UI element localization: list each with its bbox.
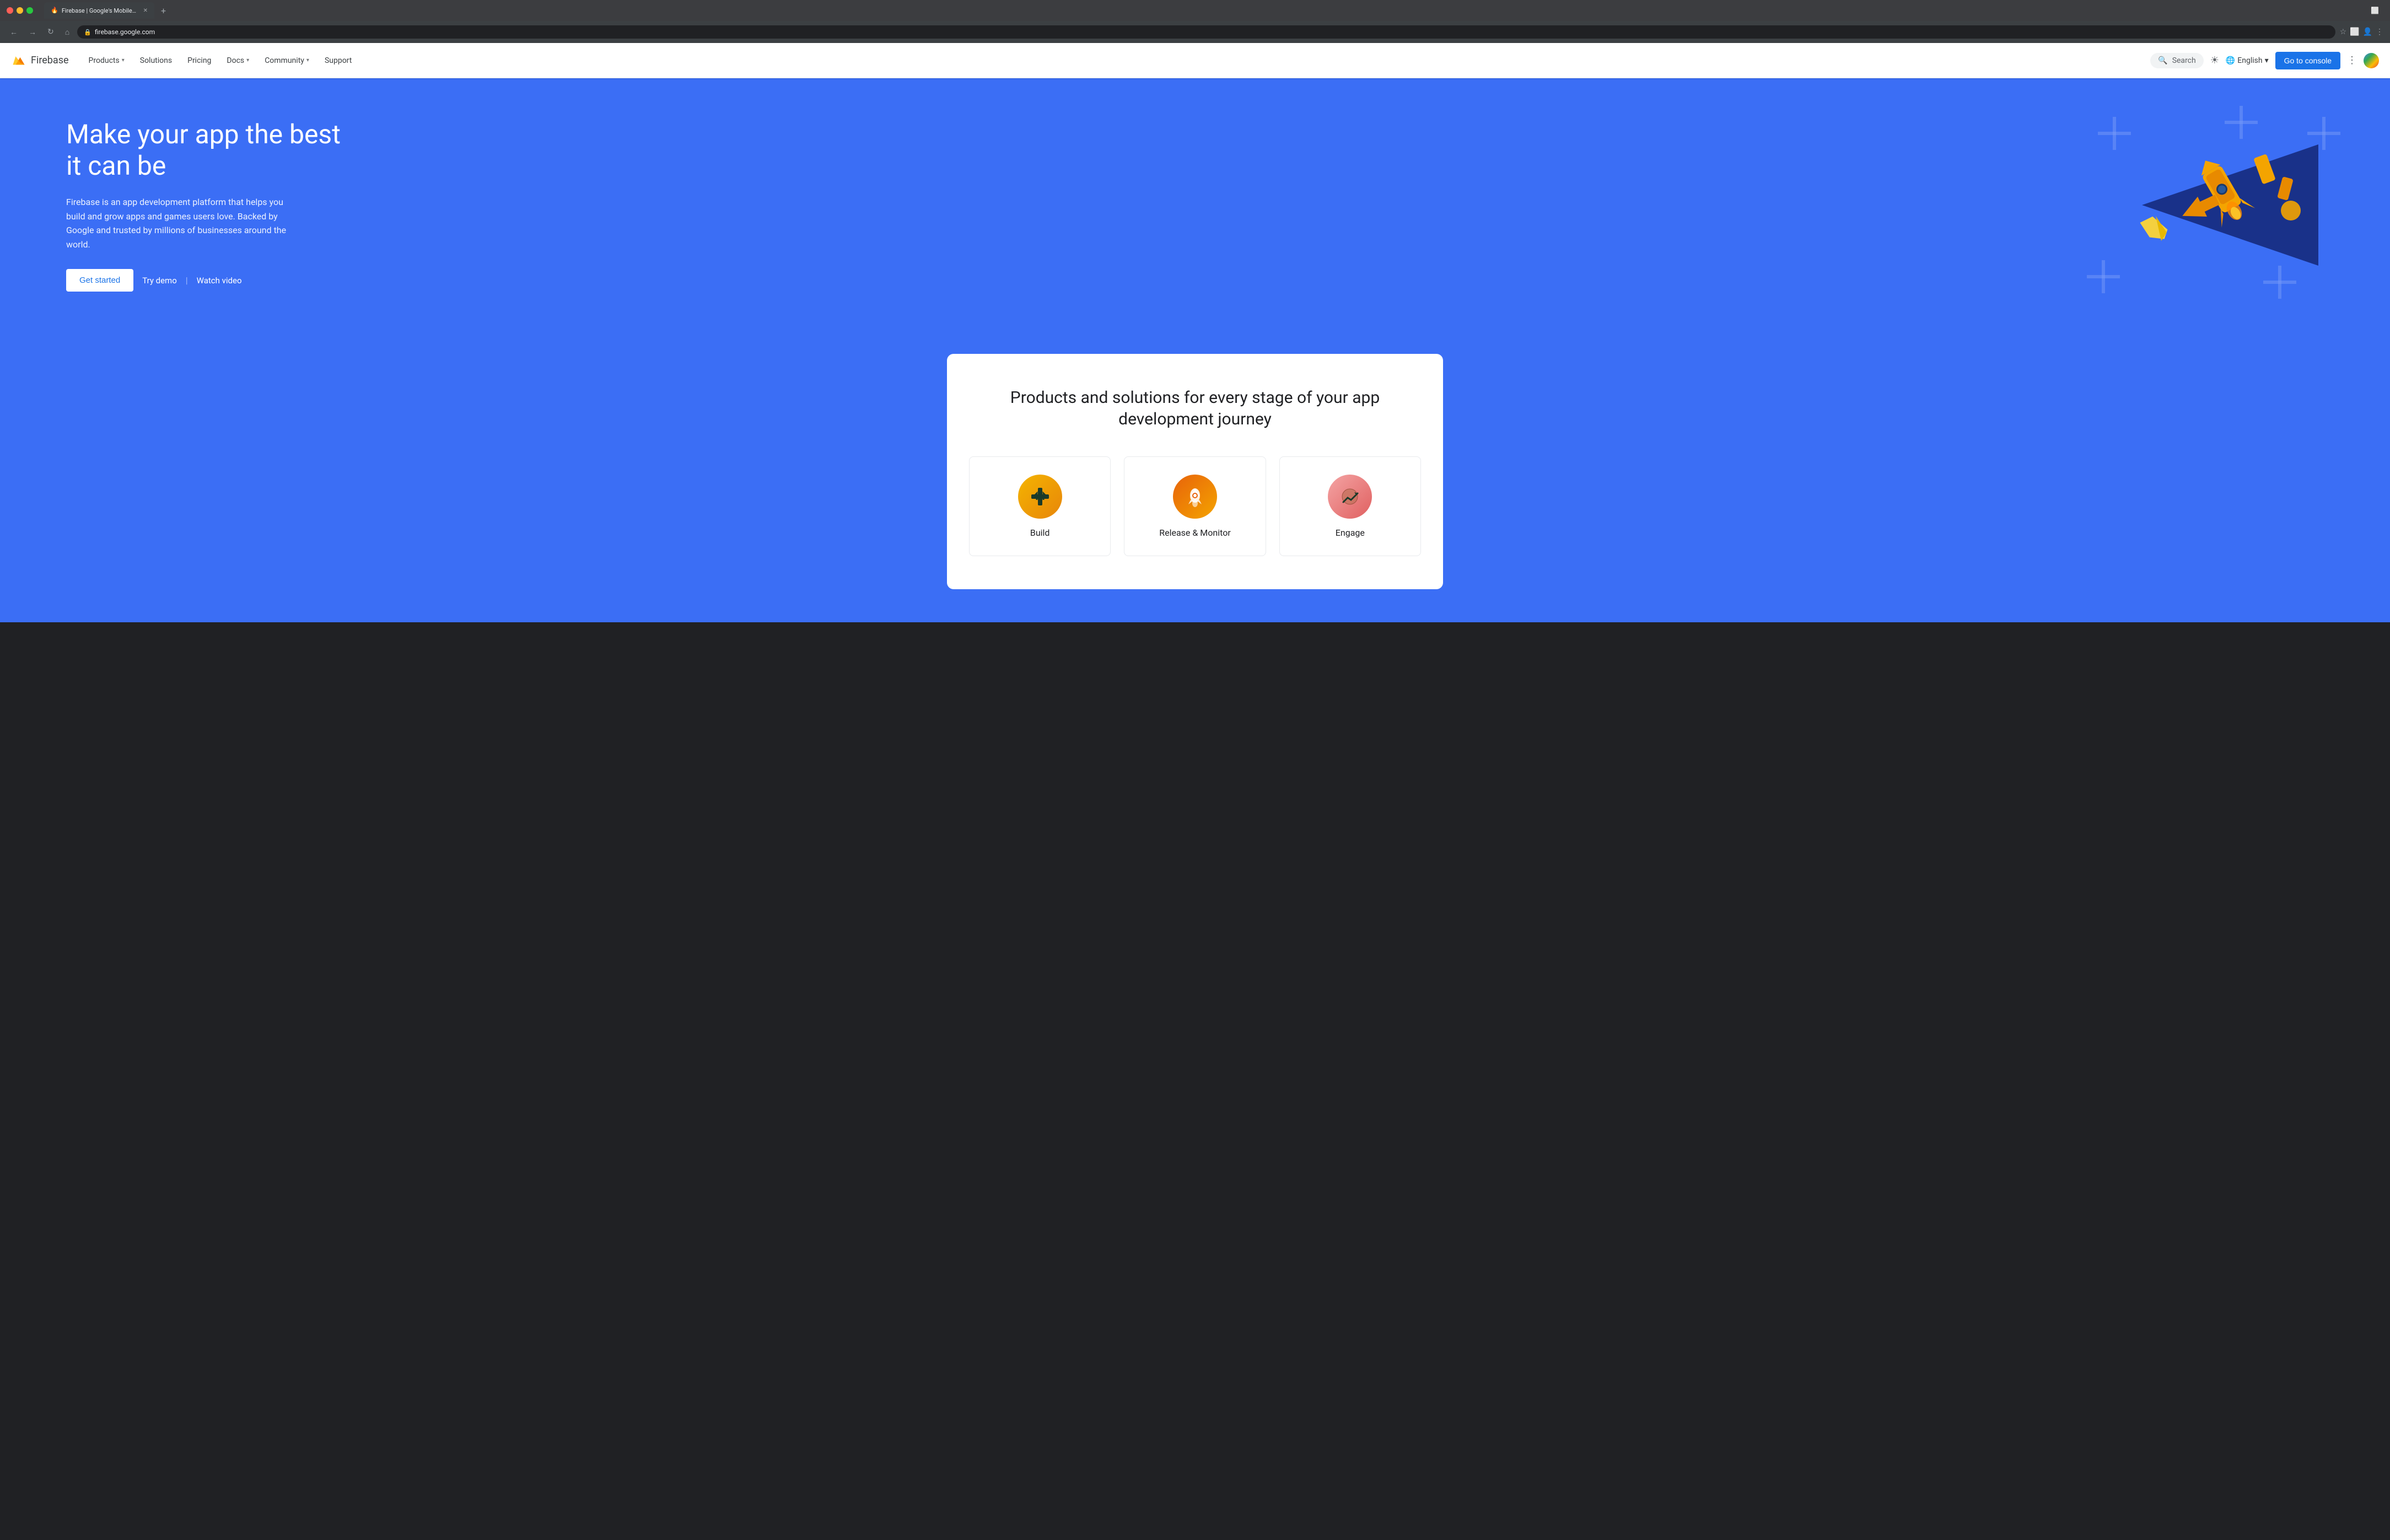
nav-docs[interactable]: Docs ▾ [220, 52, 256, 69]
new-tab-button[interactable]: + [157, 3, 170, 18]
menu-icon[interactable]: ⋮ [2376, 28, 2383, 36]
window-controls: ⬜ [2366, 4, 2383, 17]
engage-icon [1328, 475, 1372, 519]
get-started-button[interactable]: Get started [66, 269, 133, 292]
search-bar[interactable]: 🔍 Search [2150, 53, 2203, 68]
hero-illustration-svg [2070, 100, 2346, 310]
release-label: Release & Monitor [1159, 527, 1231, 538]
profile-icon[interactable]: 👤 [2363, 28, 2372, 36]
firebase-logo-icon [11, 53, 26, 68]
toolbar-actions: ☆ ⬜ 👤 ⋮ [2340, 28, 2383, 36]
release-icon [1173, 475, 1217, 519]
build-icon [1018, 475, 1062, 519]
browser-toolbar: ← → ↻ ⌂ 🔒 firebase.google.com ☆ ⬜ 👤 ⋮ [0, 21, 2390, 43]
back-button[interactable]: ← [7, 25, 21, 39]
tab-title: Firebase | Google's Mobile ... [62, 7, 138, 14]
chevron-down-icon: ▾ [246, 57, 249, 63]
product-card-build[interactable]: Build [969, 456, 1111, 556]
nav-links: Products ▾ Solutions Pricing Docs ▾ Comm… [82, 52, 2151, 69]
engage-label: Engage [1336, 527, 1365, 538]
nav-logo[interactable]: Firebase [11, 53, 69, 68]
hero-illustration [2070, 100, 2346, 310]
language-text: English [2237, 56, 2262, 65]
hero-actions: Get started Try demo | Watch video [66, 269, 353, 292]
nav-products[interactable]: Products ▾ [82, 52, 131, 69]
browser-tabs: 🔥 Firebase | Google's Mobile ... ✕ + [44, 2, 1201, 19]
nav-solutions[interactable]: Solutions [133, 52, 179, 69]
language-selector[interactable]: 🌐 English ▾ [2226, 56, 2269, 65]
product-card-release[interactable]: Release & Monitor [1124, 456, 1266, 556]
maximize-button[interactable] [26, 7, 33, 14]
active-tab[interactable]: 🔥 Firebase | Google's Mobile ... ✕ [44, 2, 154, 19]
theme-toggle-icon[interactable]: ☀ [2210, 55, 2219, 66]
products-section-title: Products and solutions for every stage o… [969, 387, 1421, 430]
divider: | [186, 275, 188, 286]
bookmark-icon[interactable]: ☆ [2340, 28, 2347, 36]
site-nav: Firebase Products ▾ Solutions Pricing Do… [0, 43, 2390, 78]
search-icon: 🔍 [2158, 56, 2167, 65]
nav-brand-text: Firebase [31, 55, 69, 66]
nav-right: 🔍 Search ☀ 🌐 English ▾ Go to console ⋮ [2150, 52, 2379, 69]
products-section: Products and solutions for every stage o… [0, 332, 2390, 622]
nav-support[interactable]: Support [318, 52, 358, 69]
traffic-lights [7, 7, 33, 14]
hero-content: Make your app the best it can be Firebas… [66, 119, 353, 292]
product-card-engage[interactable]: Engage [1279, 456, 1421, 556]
chevron-down-icon: ▾ [2265, 56, 2269, 65]
products-card: Products and solutions for every stage o… [947, 354, 1443, 589]
home-button[interactable]: ⌂ [62, 25, 73, 39]
nav-community[interactable]: Community ▾ [258, 52, 316, 69]
products-grid: Build [969, 456, 1421, 556]
watch-video-link[interactable]: Watch video [197, 276, 242, 286]
address-bar[interactable]: 🔒 firebase.google.com [77, 25, 2335, 39]
url-text: firebase.google.com [95, 28, 155, 36]
hero-title: Make your app the best it can be [66, 119, 353, 182]
forward-button[interactable]: → [25, 25, 40, 39]
console-button[interactable]: Go to console [2275, 52, 2340, 69]
user-avatar[interactable] [2364, 53, 2379, 68]
hero-description: Firebase is an app development platform … [66, 195, 298, 251]
search-text: Search [2172, 56, 2196, 65]
try-demo-link[interactable]: Try demo [142, 276, 177, 286]
build-label: Build [1030, 527, 1050, 538]
nav-pricing[interactable]: Pricing [181, 52, 218, 69]
lock-icon: 🔒 [84, 29, 91, 36]
globe-icon: 🌐 [2226, 56, 2235, 65]
tab-close-icon[interactable]: ✕ [143, 8, 148, 14]
browser-titlebar: 🔥 Firebase | Google's Mobile ... ✕ + ⬜ [0, 0, 2390, 21]
tab-favicon: 🔥 [51, 7, 58, 14]
browser-frame: 🔥 Firebase | Google's Mobile ... ✕ + ⬜ ←… [0, 0, 2390, 622]
chevron-down-icon: ▾ [122, 57, 125, 63]
more-options-icon[interactable]: ⋮ [2347, 55, 2357, 66]
website-content: Firebase Products ▾ Solutions Pricing Do… [0, 43, 2390, 622]
hero-section: Make your app the best it can be Firebas… [0, 78, 2390, 332]
reload-button[interactable]: ↻ [44, 25, 57, 39]
close-button[interactable] [7, 7, 13, 14]
extensions-icon[interactable]: ⬜ [2350, 28, 2359, 36]
chevron-down-icon: ▾ [306, 57, 309, 63]
minimize-button[interactable] [17, 7, 23, 14]
